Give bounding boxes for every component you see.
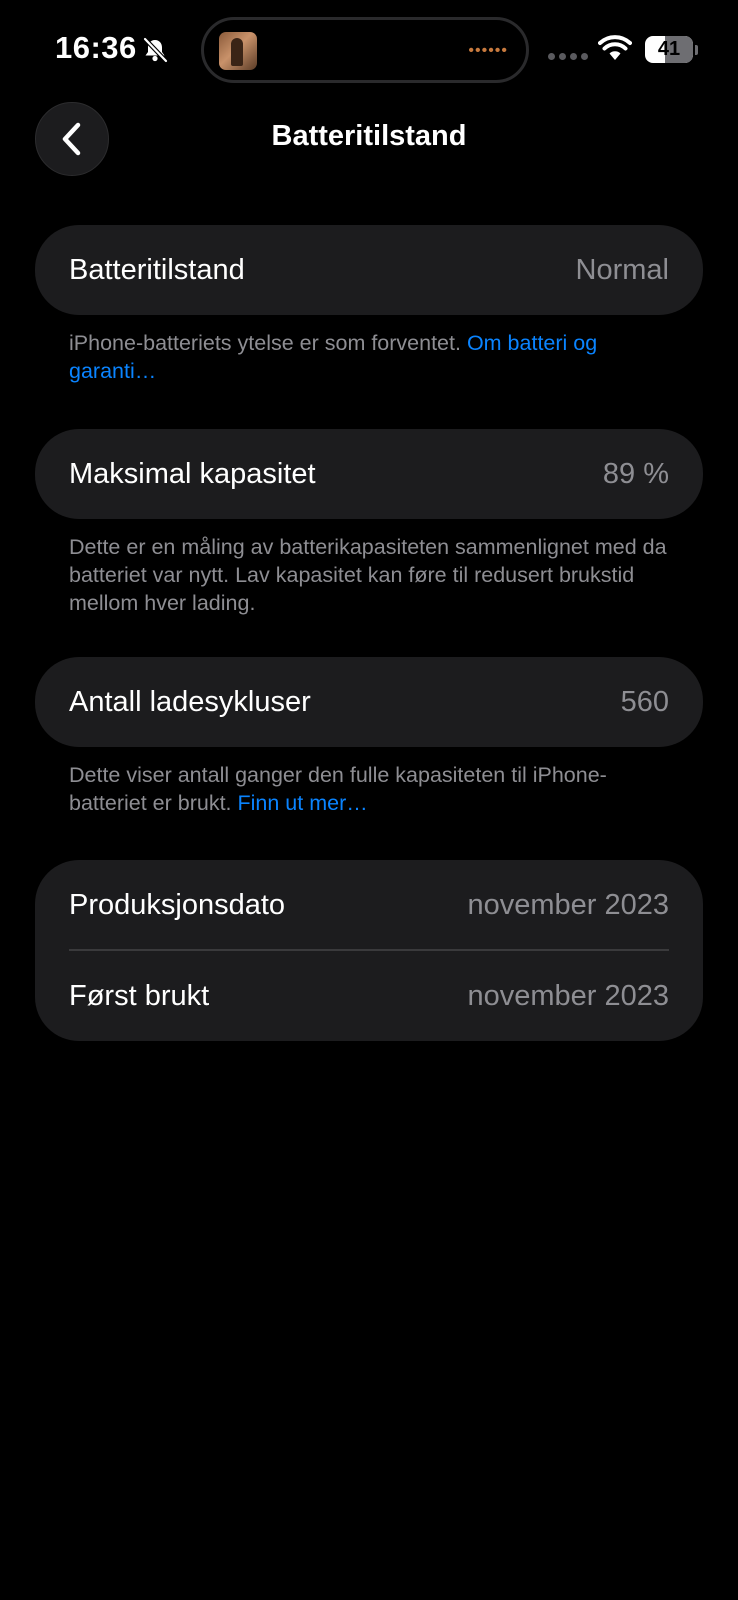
now-playing-artwork (219, 32, 257, 70)
cycle-count-value: 560 (620, 685, 669, 718)
max-capacity-label: Maksimal kapasitet (69, 457, 316, 490)
page-title: Batteritilstand (271, 120, 467, 152)
max-capacity-footnote: Dette er en måling av batterikapasiteten… (69, 533, 669, 617)
first-use-value: november 2023 (467, 979, 669, 1012)
battery-health-footnote: iPhone-batteriets ytelse er som forvente… (69, 329, 669, 385)
battery-icon: 41 (645, 36, 698, 64)
status-time: 16:36 (55, 30, 137, 65)
dynamic-island[interactable]: •••••• (201, 17, 529, 83)
battery-health-value: Normal (575, 253, 669, 286)
max-capacity-footnote-text: Dette er en måling av batterikapasiteten… (69, 535, 667, 615)
battery-health-label: Batteritilstand (69, 253, 245, 286)
first-use-label: Først brukt (69, 979, 210, 1012)
cycle-count-footnote: Dette viser antall ganger den fulle kapa… (69, 761, 669, 817)
max-capacity-card: Maksimal kapasitet 89 % (35, 429, 703, 519)
battery-health-card: Batteritilstand Normal (35, 225, 703, 315)
cycle-count-row: Antall ladesykluser 560 (69, 657, 669, 747)
cycle-count-label: Antall ladesykluser (69, 685, 311, 718)
manufacture-date-value: november 2023 (467, 888, 669, 921)
manufacture-date-row: Produksjonsdato november 2023 (69, 860, 669, 950)
cellular-signal-icon (548, 53, 588, 61)
max-capacity-row: Maksimal kapasitet 89 % (69, 429, 669, 519)
status-bar: 16:36 •••••• 41 (0, 0, 738, 100)
first-use-row: Først brukt november 2023 (69, 951, 669, 1041)
wifi-icon (598, 35, 632, 60)
battery-health-row: Batteritilstand Normal (69, 225, 669, 315)
learn-more-link[interactable]: Finn ut mer… (238, 791, 368, 815)
manufacture-date-label: Produksjonsdato (69, 888, 286, 921)
max-capacity-value: 89 % (602, 457, 669, 490)
dates-card: Produksjonsdato november 2023 Først bruk… (35, 860, 703, 1041)
battery-level: 41 (657, 38, 681, 60)
bell-slash-icon (143, 37, 168, 63)
cycle-count-card: Antall ladesykluser 560 (35, 657, 703, 747)
battery-health-footnote-text: iPhone-batteriets ytelse er som forvente… (69, 331, 467, 355)
audio-waveform-icon: •••••• (468, 42, 508, 59)
